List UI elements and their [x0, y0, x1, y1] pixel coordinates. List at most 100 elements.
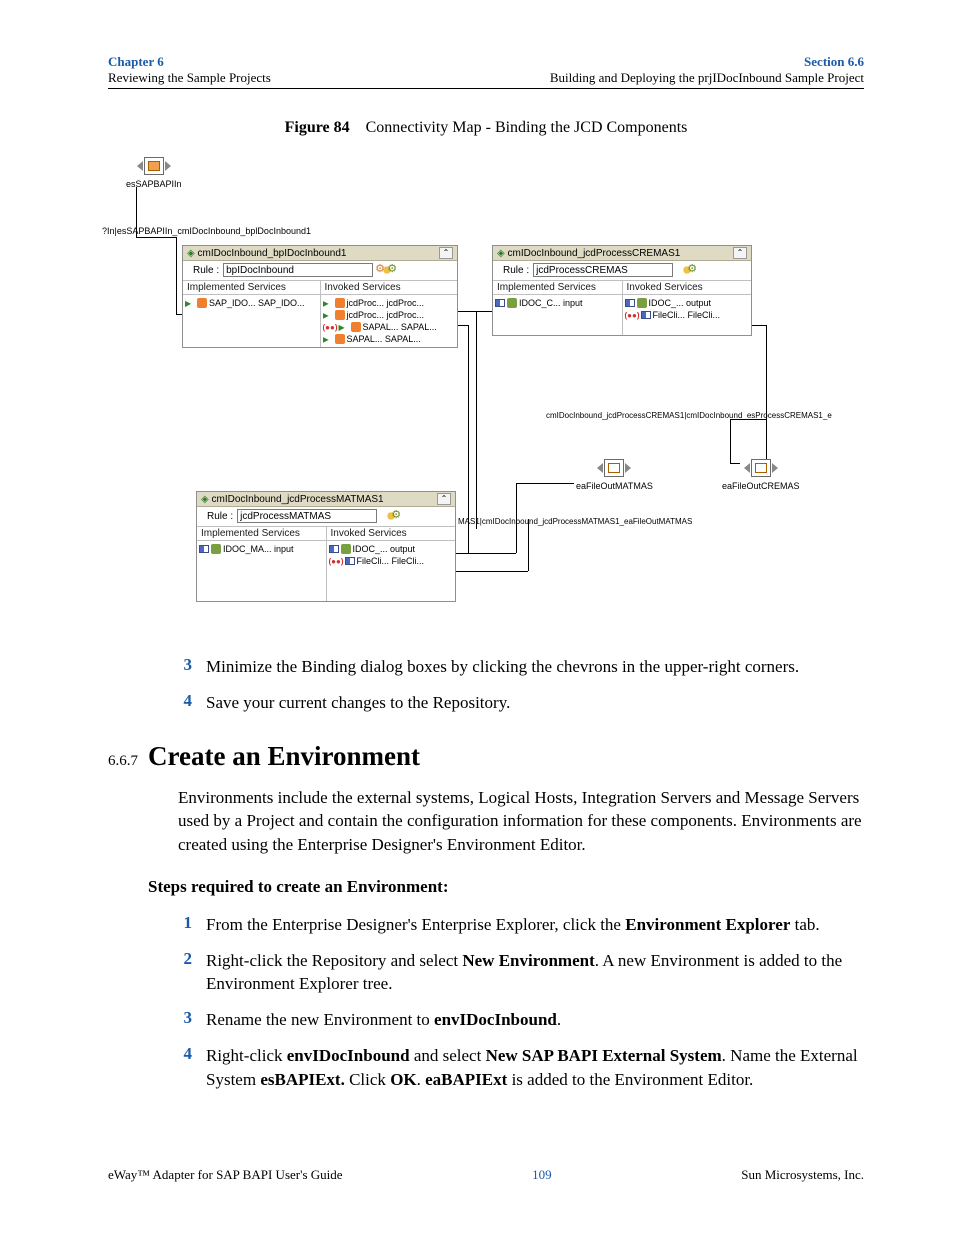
step-list-a: 3 Minimize the Binding dialog boxes by c…: [178, 655, 864, 715]
dot-icon: (●●): [625, 311, 639, 320]
section-heading: 6.6.7 Create an Environment: [108, 741, 864, 772]
footer-left: eWay™ Adapter for SAP BAPI User's Guide: [108, 1167, 343, 1183]
arrow-icon: [323, 298, 333, 308]
chevron-up-icon[interactable]: ⌃: [439, 247, 453, 259]
step-item: 2 Right-click the Repository and select …: [178, 949, 864, 997]
service-item[interactable]: IDOC_MA... input: [199, 543, 324, 555]
arrow-icon: [323, 310, 333, 320]
service-icon: [211, 544, 221, 554]
services-columns: Implemented Services IDOC_C... input Inv…: [493, 280, 751, 335]
rule-row: Rule :: [493, 261, 751, 280]
wire: [176, 237, 177, 315]
header-right: Section 6.6 Building and Deploying the p…: [550, 54, 864, 86]
gear-icon[interactable]: [377, 263, 397, 277]
external-system-icon: [604, 459, 624, 477]
service-icon: [507, 298, 517, 308]
step-text: Right-click the Repository and select Ne…: [206, 949, 864, 997]
wire: [766, 325, 767, 459]
figure-caption: Figure 84 Connectivity Map - Binding the…: [108, 119, 864, 137]
section-sub: Building and Deploying the prjIDocInboun…: [550, 70, 864, 86]
binding-titlebar[interactable]: ◈ cmIDocInbound_bpIDocInbound1 ⌃: [183, 246, 457, 261]
services-columns: Implemented Services SAP_IDO... SAP_IDO.…: [183, 280, 457, 347]
step-text: Rename the new Environment to envIDocInb…: [206, 1008, 864, 1032]
service-item[interactable]: (●●)SAPAL... SAPAL...: [323, 321, 456, 333]
service-icon: [335, 298, 345, 308]
dot-icon: (●●): [323, 323, 337, 332]
wire: [456, 553, 516, 554]
service-item[interactable]: jcdProc... jcdProc...: [323, 297, 456, 309]
page-footer: eWay™ Adapter for SAP BAPI User's Guide …: [108, 1167, 864, 1183]
step-number: 2: [178, 949, 192, 997]
wire: [528, 519, 529, 571]
wire: [476, 311, 477, 529]
chevron-up-icon[interactable]: ⌃: [733, 247, 747, 259]
service-icon: [341, 544, 351, 554]
section-intro: Environments include the external system…: [178, 786, 864, 857]
wire: [136, 237, 176, 238]
figure-number: Figure 84: [285, 119, 350, 136]
implemented-header: Implemented Services: [493, 281, 622, 295]
step-text: Save your current changes to the Reposit…: [206, 691, 864, 715]
external-system-sap[interactable]: esSAPBAPIIn: [126, 157, 182, 189]
port-icon: [495, 299, 505, 307]
es-sap-label: esSAPBAPIIn: [126, 179, 182, 189]
port-icon: [199, 545, 209, 553]
external-system-file-matmas[interactable]: eaFileOutMATMAS: [576, 459, 653, 491]
steps-label: Steps required to create an Environment:: [148, 875, 864, 899]
chapter-label: Chapter 6: [108, 54, 271, 70]
service-item[interactable]: (●●)FileCli... FileCli...: [625, 309, 750, 321]
invoked-header: Invoked Services: [327, 527, 456, 541]
rule-label: Rule :: [193, 265, 219, 276]
gear-icon[interactable]: [677, 263, 697, 277]
figure-title: Connectivity Map - Binding the JCD Compo…: [366, 119, 688, 136]
step-item: 1 From the Enterprise Designer's Enterpr…: [178, 913, 864, 937]
external-system-file-cremas[interactable]: eaFileOutCREMAS: [722, 459, 800, 491]
section-label: Section 6.6: [550, 54, 864, 70]
service-item[interactable]: IDOC_... output: [625, 297, 750, 309]
implemented-header: Implemented Services: [197, 527, 326, 541]
rule-input[interactable]: [533, 263, 673, 277]
rule-input[interactable]: [237, 509, 377, 523]
service-item[interactable]: IDOC_... output: [329, 543, 454, 555]
section-number: 6.6.7: [108, 753, 138, 770]
binding-dialog-bpidoc[interactable]: ◈ cmIDocInbound_bpIDocInbound1 ⌃ Rule : …: [182, 245, 458, 348]
wire: [456, 571, 528, 572]
service-item[interactable]: SAP_IDO... SAP_IDO...: [185, 297, 318, 309]
step-item: 4 Save your current changes to the Repos…: [178, 691, 864, 715]
port-icon: [625, 299, 635, 307]
arrow-icon: [339, 322, 349, 332]
efile-matmas-label: eaFileOutMATMAS: [576, 481, 653, 491]
dot-icon: (●●): [329, 557, 343, 566]
step-item: 3 Minimize the Binding dialog boxes by c…: [178, 655, 864, 679]
services-columns: Implemented Services IDOC_MA... input In…: [197, 526, 455, 601]
service-item[interactable]: jcdProc... jcdProc...: [323, 309, 456, 321]
binding-titlebar[interactable]: ◈ cmIDocInbound_jcdProcessCREMAS1 ⌃: [493, 246, 751, 261]
invoked-header: Invoked Services: [321, 281, 458, 295]
binding-dialog-cremas[interactable]: ◈ cmIDocInbound_jcdProcessCREMAS1 ⌃ Rule…: [492, 245, 752, 336]
chevron-up-icon[interactable]: ⌃: [437, 493, 451, 505]
step-number: 4: [178, 691, 192, 715]
binding-title: cmIDocInbound_jcdProcessMATMAS1: [211, 494, 383, 505]
service-icon: [351, 322, 361, 332]
section-title: Create an Environment: [148, 741, 420, 772]
wire: [516, 483, 574, 484]
page-header: Chapter 6 Reviewing the Sample Projects …: [108, 54, 864, 89]
implemented-header: Implemented Services: [183, 281, 320, 295]
port-icon: [345, 557, 355, 565]
page-number: 109: [532, 1167, 552, 1183]
service-item[interactable]: SAPAL... SAPAL...: [323, 333, 456, 345]
step-number: 1: [178, 913, 192, 937]
step-number: 3: [178, 1008, 192, 1032]
rule-label: Rule :: [503, 265, 529, 276]
chapter-sub: Reviewing the Sample Projects: [108, 70, 271, 86]
wire: [730, 419, 731, 463]
service-item[interactable]: IDOC_C... input: [495, 297, 620, 309]
binding-titlebar[interactable]: ◈ cmIDocInbound_jcdProcessMATMAS1 ⌃: [197, 492, 455, 507]
service-item[interactable]: (●●)FileCli... FileCli...: [329, 555, 454, 567]
service-icon: [197, 298, 207, 308]
rule-input[interactable]: [223, 263, 373, 277]
arrow-icon: [323, 334, 333, 344]
external-system-icon: [751, 459, 771, 477]
binding-dialog-matmas[interactable]: ◈ cmIDocInbound_jcdProcessMATMAS1 ⌃ Rule…: [196, 491, 456, 602]
gear-icon[interactable]: [381, 509, 401, 523]
